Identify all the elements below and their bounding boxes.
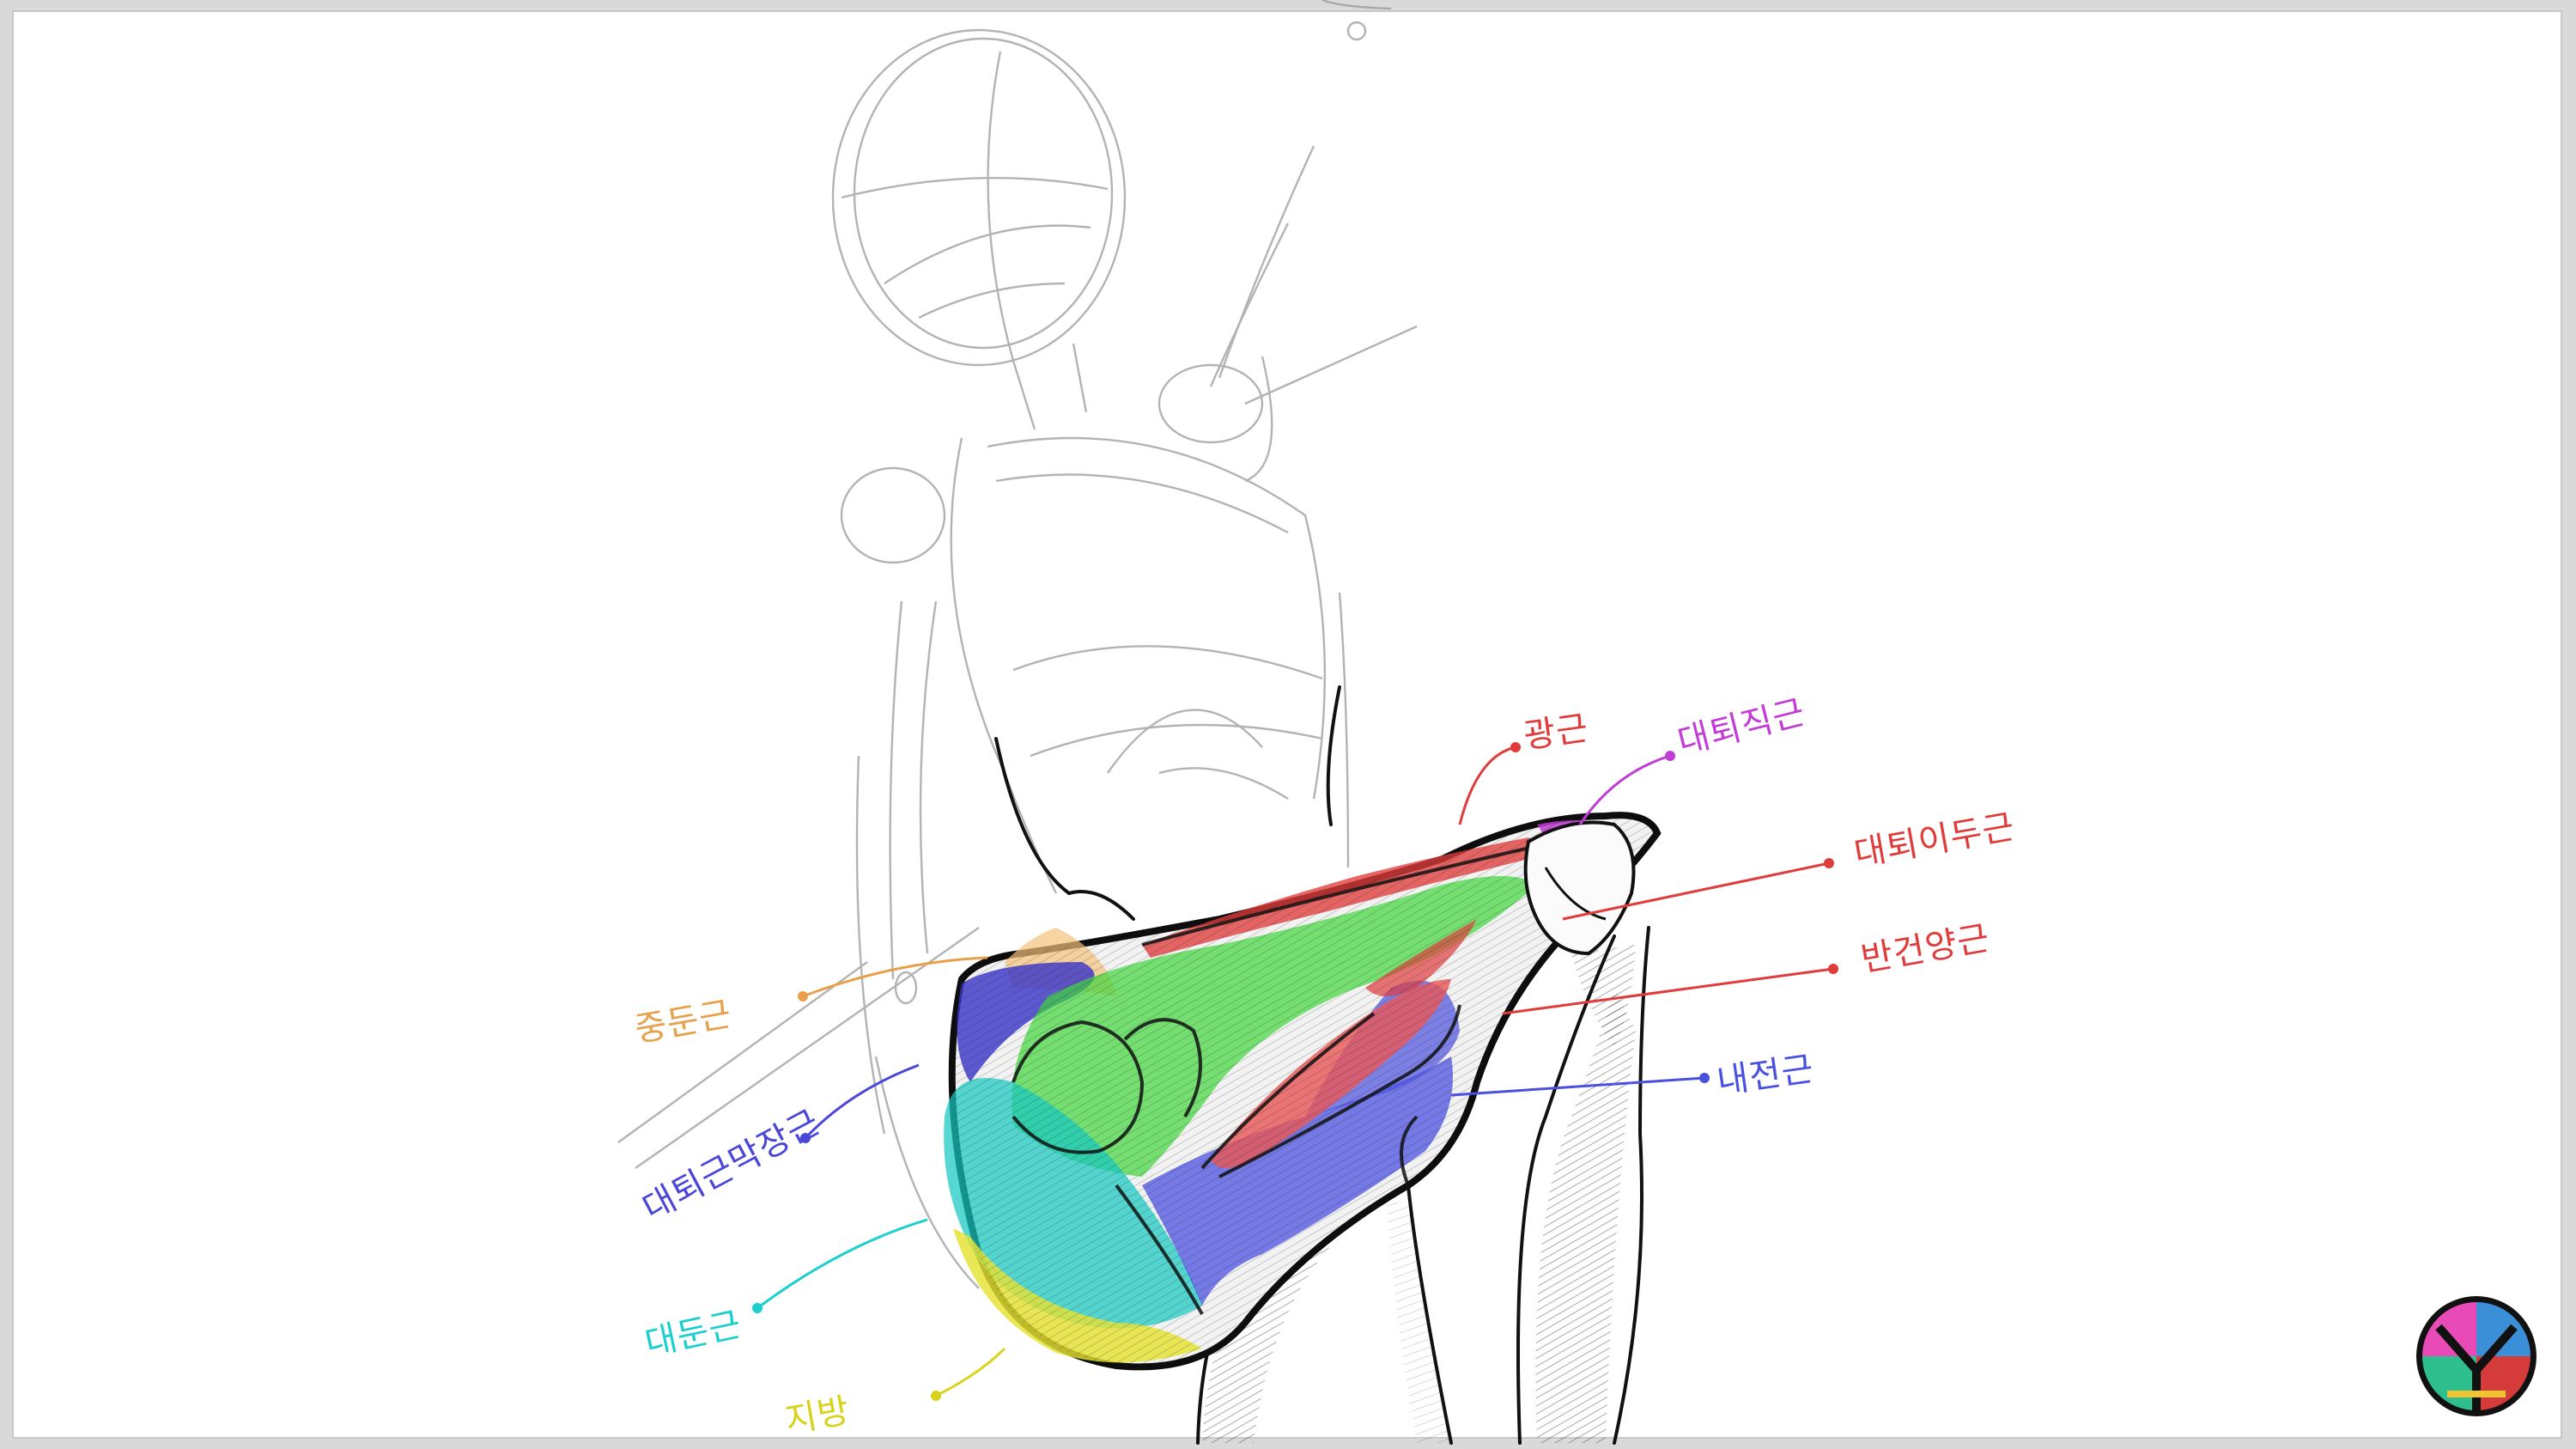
brand-logo — [2416, 1296, 2537, 1416]
calf-shading — [1387, 1202, 1451, 1443]
label-sartorius: 광근 — [1521, 708, 1592, 757]
shin-shading — [1535, 988, 1636, 1443]
anatomy-sketch — [617, 0, 1838, 1445]
